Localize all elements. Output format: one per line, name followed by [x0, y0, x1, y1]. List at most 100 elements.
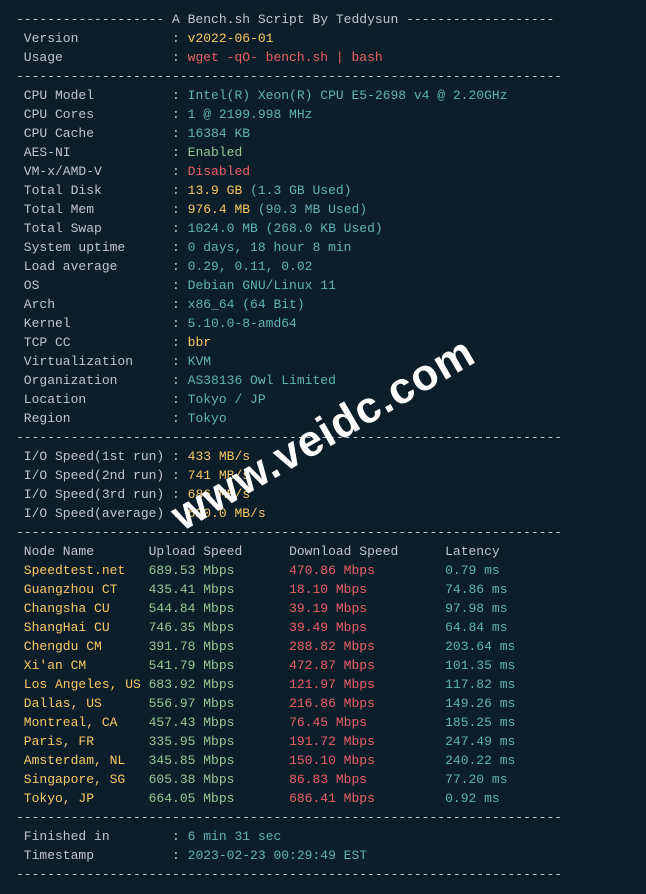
net-header-download: Download Speed: [289, 544, 445, 559]
net-row: Tokyo, JP 664.05 Mbps 686.41 Mbps 0.92 m…: [16, 789, 630, 808]
footer-row: Timestamp : 2023-02-23 00:29:49 EST: [16, 846, 630, 865]
sep: :: [172, 221, 188, 236]
sep: :: [172, 297, 188, 312]
divider: ----------------------------------------…: [16, 523, 630, 542]
io-row: I/O Speed(3rd run) : 686 MB/s: [16, 485, 630, 504]
dash: -------------------: [398, 12, 554, 27]
net-download: 472.87 Mbps: [289, 658, 445, 673]
net-download: 76.45 Mbps: [289, 715, 445, 730]
io-label: I/O Speed(1st run): [16, 449, 172, 464]
sys-value: Enabled: [188, 145, 243, 160]
footer-label: Timestamp: [16, 848, 172, 863]
sp: [250, 202, 258, 217]
sep: :: [172, 240, 188, 255]
disk-used: (1.3 GB Used): [250, 183, 351, 198]
sys-value: Tokyo / JP: [188, 392, 266, 407]
net-node: Guangzhou CT: [16, 582, 149, 597]
disk-label: Total Disk: [16, 183, 172, 198]
sys-row: System uptime : 0 days, 18 hour 8 min: [16, 238, 630, 257]
sys-row: OS : Debian GNU/Linux 11: [16, 276, 630, 295]
sep: :: [172, 316, 188, 331]
net-download: 686.41 Mbps: [289, 791, 445, 806]
divider: ----------------------------------------…: [16, 428, 630, 447]
swap-row: Total Swap : 1024.0 MB (268.0 KB Used): [16, 219, 630, 238]
sys-row: VM-x/AMD-V : Disabled: [16, 162, 630, 181]
sep: :: [172, 145, 188, 160]
header-line: ------------------- A Bench.sh Script By…: [16, 10, 630, 29]
sys-label: CPU Cache: [16, 126, 172, 141]
disk-row: Total Disk : 13.9 GB (1.3 GB Used): [16, 181, 630, 200]
net-node: Speedtest.net: [16, 563, 149, 578]
io-label: I/O Speed(average): [16, 506, 172, 521]
net-node: Changsha CU: [16, 601, 149, 616]
divider: ----------------------------------------…: [16, 808, 630, 827]
net-node: Paris, FR: [16, 734, 149, 749]
sys-row: CPU Model : Intel(R) Xeon(R) CPU E5-2698…: [16, 86, 630, 105]
net-upload: 689.53 Mbps: [149, 563, 289, 578]
net-row: Dallas, US 556.97 Mbps 216.86 Mbps 149.2…: [16, 694, 630, 713]
net-row: Amsterdam, NL 345.85 Mbps 150.10 Mbps 24…: [16, 751, 630, 770]
version-value: v2022-06-01: [188, 31, 274, 46]
sys-value: 16384 KB: [188, 126, 250, 141]
net-row: Paris, FR 335.95 Mbps 191.72 Mbps 247.49…: [16, 732, 630, 751]
sys-row: AES-NI : Enabled: [16, 143, 630, 162]
sys-row: CPU Cache : 16384 KB: [16, 124, 630, 143]
net-upload: 345.85 Mbps: [149, 753, 289, 768]
dash: -------------------: [16, 12, 172, 27]
disk-value: 13.9 GB: [188, 183, 243, 198]
sys-label: AES-NI: [16, 145, 172, 160]
dash: ----------------------------------------…: [16, 810, 562, 825]
io-value: 686 MB/s: [188, 487, 250, 502]
sys-row: Organization : AS38136 Owl Limited: [16, 371, 630, 390]
io-value: 741 MB/s: [188, 468, 250, 483]
divider: ----------------------------------------…: [16, 865, 630, 884]
sep: :: [172, 373, 188, 388]
mem-row: Total Mem : 976.4 MB (90.3 MB Used): [16, 200, 630, 219]
sys-label: OS: [16, 278, 172, 293]
io-label: I/O Speed(3rd run): [16, 487, 172, 502]
net-upload: 746.35 Mbps: [149, 620, 289, 635]
sys-value: Intel(R) Xeon(R) CPU E5-2698 v4 @ 2.20GH…: [188, 88, 508, 103]
sep: :: [172, 126, 188, 141]
footer-label: Finished in: [16, 829, 172, 844]
sp: [242, 183, 250, 198]
net-download: 18.10 Mbps: [289, 582, 445, 597]
net-download: 39.19 Mbps: [289, 601, 445, 616]
mem-value: 976.4 MB: [188, 202, 250, 217]
sep: :: [172, 202, 188, 217]
sys-row: Arch : x86_64 (64 Bit): [16, 295, 630, 314]
sep: :: [172, 449, 188, 464]
net-download: 121.97 Mbps: [289, 677, 445, 692]
sys-row: Kernel : 5.10.0-8-amd64: [16, 314, 630, 333]
sep: :: [172, 183, 188, 198]
footer-value: 2023-02-23 00:29:49 EST: [188, 848, 367, 863]
sys-row: Location : Tokyo / JP: [16, 390, 630, 409]
dash: ----------------------------------------…: [16, 867, 562, 882]
swap-value: 1024.0 MB (268.0 KB Used): [188, 221, 383, 236]
io-label: I/O Speed(2nd run): [16, 468, 172, 483]
version-label: Version: [16, 31, 172, 46]
usage-line: Usage : wget -qO- bench.sh | bash: [16, 48, 630, 67]
sys-row: Load average : 0.29, 0.11, 0.02: [16, 257, 630, 276]
net-row: Xi'an CM 541.79 Mbps 472.87 Mbps 101.35 …: [16, 656, 630, 675]
sep: :: [172, 411, 188, 426]
net-latency: 240.22 ms: [445, 753, 515, 768]
net-latency: 203.64 ms: [445, 639, 515, 654]
sys-value: 0 days, 18 hour 8 min: [188, 240, 352, 255]
sys-value: Debian GNU/Linux 11: [188, 278, 336, 293]
sys-value: Disabled: [188, 164, 250, 179]
net-node: Xi'an CM: [16, 658, 149, 673]
sys-value: 0.29, 0.11, 0.02: [188, 259, 313, 274]
sys-value: KVM: [188, 354, 211, 369]
dash: ----------------------------------------…: [16, 430, 562, 445]
sys-value: 1 @ 2199.998 MHz: [188, 107, 313, 122]
sys-row: Region : Tokyo: [16, 409, 630, 428]
io-value: 433 MB/s: [188, 449, 250, 464]
net-upload: 435.41 Mbps: [149, 582, 289, 597]
net-row: Speedtest.net 689.53 Mbps 470.86 Mbps 0.…: [16, 561, 630, 580]
sys-value: Tokyo: [188, 411, 227, 426]
sys-label: Location: [16, 392, 172, 407]
net-node: Dallas, US: [16, 696, 149, 711]
io-row: I/O Speed(2nd run) : 741 MB/s: [16, 466, 630, 485]
net-upload: 457.43 Mbps: [149, 715, 289, 730]
